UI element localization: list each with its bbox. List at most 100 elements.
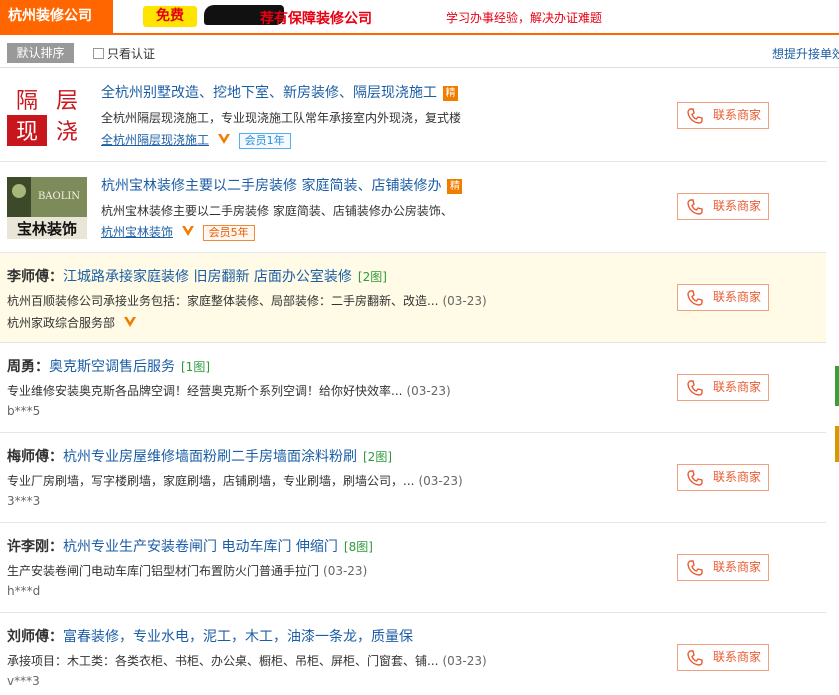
contact-merchant-button[interactable]: 联系商家	[677, 644, 769, 671]
membership-badge: 会员5年	[202, 225, 255, 241]
photo-count[interactable]: [2图]	[358, 270, 387, 284]
thumb-char: 隔	[16, 89, 38, 114]
listing-title-row: 李师傅：江城路承接家庭装修 旧房翻新 店面办公室装修 [2图]	[7, 266, 387, 286]
phone-icon	[687, 560, 703, 576]
verified-only-label[interactable]: 只看认证	[107, 47, 155, 61]
phone-icon	[687, 290, 703, 306]
phone-icon	[687, 650, 703, 666]
contact-merchant-button[interactable]: 联系商家	[677, 554, 769, 581]
listing-title-link[interactable]: 富春装修，专业水电，泥工，木工，油漆一条龙，质量保	[63, 629, 413, 645]
upsell-link[interactable]: 想提升接单效	[772, 45, 839, 62]
thumb-brand-cn: 宝林装饰	[17, 220, 77, 238]
description-text: 生产安装卷闸门电动车库门铝型材门布置防火门普通手拉门	[7, 564, 320, 578]
listing-description: 杭州宝林装修主要以二手房装修 家庭简装、店铺装修办公房装饰、	[101, 204, 453, 218]
description-text: 杭州百顺装修公司承接业务包括：家庭整体装修、局部装修：二手房翻新、改造...	[7, 294, 439, 308]
colon-separator: ：	[49, 269, 63, 285]
poster-username: b***5	[7, 404, 41, 418]
verified-v-icon	[123, 317, 136, 327]
listing-description: 专业维修安装奥克斯各品牌空调！经营奥克斯个系列空调！给你好快效率... (03-2…	[7, 382, 451, 399]
listing-title-link[interactable]: 奥克斯空调售后服务	[49, 359, 175, 375]
checkbox-icon[interactable]	[93, 48, 104, 59]
description-text: 承接项目：木工类：各类衣柜、书柜、办公桌、橱柜、吊柜、屏柜、门窗套、铺...	[7, 654, 439, 668]
listing-meta: 杭州宝林装饰 会员5年	[101, 223, 255, 241]
listing-item: 隔 层 现 浇 全杭州别墅改造、挖地下室、新房装修、隔层现浇施工精 全杭州隔层现…	[0, 69, 826, 162]
poster-name: 许李刚	[7, 539, 49, 555]
contact-label: 联系商家	[713, 199, 762, 213]
poster-name: 刘师傅	[7, 629, 49, 645]
photo-count[interactable]: [8图]	[344, 540, 373, 554]
colon-separator: ：	[35, 359, 49, 375]
poster-username: 3***3	[7, 494, 41, 508]
listing-description: 承接项目：木工类：各类衣柜、书柜、办公桌、橱柜、吊柜、屏柜、门窗套、铺... (0…	[7, 652, 487, 669]
listing-item: 梅师傅：杭州专业房屋维修墙面粉刷二手房墙面涂料粉刷 [2图] 专业厂房刷墙，写字楼…	[0, 433, 826, 523]
contact-merchant-button[interactable]: 联系商家	[677, 374, 769, 401]
free-badge[interactable]: 免费	[143, 6, 197, 27]
contact-merchant-button[interactable]: 联系商家	[677, 102, 769, 129]
post-date: (03-23)	[406, 384, 451, 398]
listing-item: 许李刚：杭州专业生产安装卷闸门 电动车库门 伸缩门 [8图] 生产安装卷闸门电动车…	[0, 523, 826, 613]
promo-text[interactable]: 荐有保障装修公司	[260, 8, 372, 28]
contact-label: 联系商家	[713, 108, 762, 122]
featured-badge: 精	[443, 86, 458, 101]
post-date: (03-23)	[442, 654, 487, 668]
post-date: (03-23)	[323, 564, 368, 578]
featured-badge: 精	[447, 179, 463, 194]
listing-item: BAOLIN 宝林装饰 杭州宝林装修主要以二手房装修 家庭简装、店铺装修办精 杭…	[0, 162, 826, 253]
listing-title-link[interactable]: 杭州宝林装修主要以二手房装修 家庭简装、店铺装修办	[101, 178, 441, 194]
listing-title-row: 刘师傅：富春装修，专业水电，泥工，木工，油漆一条龙，质量保	[7, 626, 413, 646]
poster-username: h***d	[7, 584, 41, 598]
thumb-char: 浇	[56, 120, 78, 145]
default-sort-button[interactable]: 默认排序	[7, 43, 74, 63]
contact-label: 联系商家	[713, 290, 762, 304]
thumb-brand: BAOLIN	[38, 191, 80, 202]
shop-name-link[interactable]: 杭州宝林装饰	[101, 225, 173, 239]
listing-title-link[interactable]: 杭州专业房屋维修墙面粉刷二手房墙面涂料粉刷	[63, 449, 357, 465]
colon-separator: ：	[49, 449, 63, 465]
contact-merchant-button[interactable]: 联系商家	[677, 284, 769, 311]
contact-merchant-button[interactable]: 联系商家	[677, 193, 769, 220]
verified-only-filter[interactable]: 只看认证	[93, 45, 155, 62]
listing-description: 全杭州隔层现浇施工，专业现浇施工队常年承接室内外现浇，复式楼	[101, 111, 462, 125]
verified-v-icon	[217, 134, 230, 144]
description-text: 专业厂房刷墙，写字楼刷墙，家庭刷墙，店铺刷墙，专业刷墙，刷墙公司，...	[7, 474, 415, 488]
listing-item: 刘师傅：富春装修，专业水电，泥工，木工，油漆一条龙，质量保 承接项目：木工类：各…	[0, 613, 826, 695]
listing-description: 生产安装卷闸门电动车库门铝型材门布置防火门普通手拉门 (03-23)	[7, 562, 367, 579]
photo-count[interactable]: [2图]	[363, 450, 392, 464]
contact-merchant-button[interactable]: 联系商家	[677, 464, 769, 491]
phone-icon	[687, 470, 703, 486]
listing-title-row: 许李刚：杭州专业生产安装卷闸门 电动车库门 伸缩门 [8图]	[7, 536, 373, 556]
poster-username: v***3	[7, 674, 40, 688]
phone-icon	[687, 108, 703, 124]
listing-title-link[interactable]: 全杭州别墅改造、挖地下室、新房装修、隔层现浇施工	[101, 85, 437, 101]
listing-description: 杭州百顺装修公司承接业务包括：家庭整体装修、局部装修：二手房翻新、改造... (0…	[7, 292, 487, 309]
listing-meta: 全杭州隔层现浇施工 会员1年	[101, 131, 291, 149]
post-date: (03-23)	[418, 474, 463, 488]
sort-toolbar: 默认排序 只看认证 想提升接单效	[0, 37, 839, 68]
listing-thumbnail[interactable]: 隔 层 现 浇	[7, 84, 87, 146]
listing-item: 周勇：奥克斯空调售后服务 [1图] 专业维修安装奥克斯各品牌空调！经营奥克斯个系列…	[0, 343, 826, 433]
contact-label: 联系商家	[713, 560, 762, 574]
poster-name: 梅师傅	[7, 449, 49, 465]
colon-separator: ：	[49, 629, 63, 645]
side-scroll-marker	[835, 426, 839, 462]
listing-meta: 杭州家政综合服务部	[7, 314, 137, 331]
thumb-char: 现	[16, 120, 38, 145]
listing-title-link[interactable]: 杭州专业生产安装卷闸门 电动车库门 伸缩门	[63, 539, 338, 555]
thumb-char: 层	[56, 89, 78, 114]
colon-separator: ：	[49, 539, 63, 555]
listing-title-link[interactable]: 江城路承接家庭装修 旧房翻新 店面办公室装修	[63, 269, 352, 285]
poster-name: 周勇	[7, 359, 35, 375]
city-category-title[interactable]: 杭州装修公司	[0, 0, 113, 33]
listing-title-row: 梅师傅：杭州专业房屋维修墙面粉刷二手房墙面涂料粉刷 [2图]	[7, 446, 392, 466]
top-banner: 杭州装修公司 免费 荐有保障装修公司 学习办事经验，解决办证难题	[0, 0, 839, 35]
verified-v-icon	[181, 226, 194, 236]
listing-item: 李师傅：江城路承接家庭装修 旧房翻新 店面办公室装修 [2图] 杭州百顺装修公司承…	[0, 253, 826, 343]
slogan-link[interactable]: 学习办事经验，解决办证难题	[446, 9, 602, 26]
photo-count[interactable]: [1图]	[181, 360, 210, 374]
listing-thumbnail[interactable]: BAOLIN 宝林装饰	[7, 177, 87, 239]
side-scroll-marker	[835, 366, 839, 406]
phone-icon	[687, 380, 703, 396]
membership-badge: 会员1年	[238, 133, 291, 149]
shop-name-link[interactable]: 全杭州隔层现浇施工	[101, 133, 209, 147]
listing-title-row: 全杭州别墅改造、挖地下室、新房装修、隔层现浇施工精	[101, 82, 458, 102]
